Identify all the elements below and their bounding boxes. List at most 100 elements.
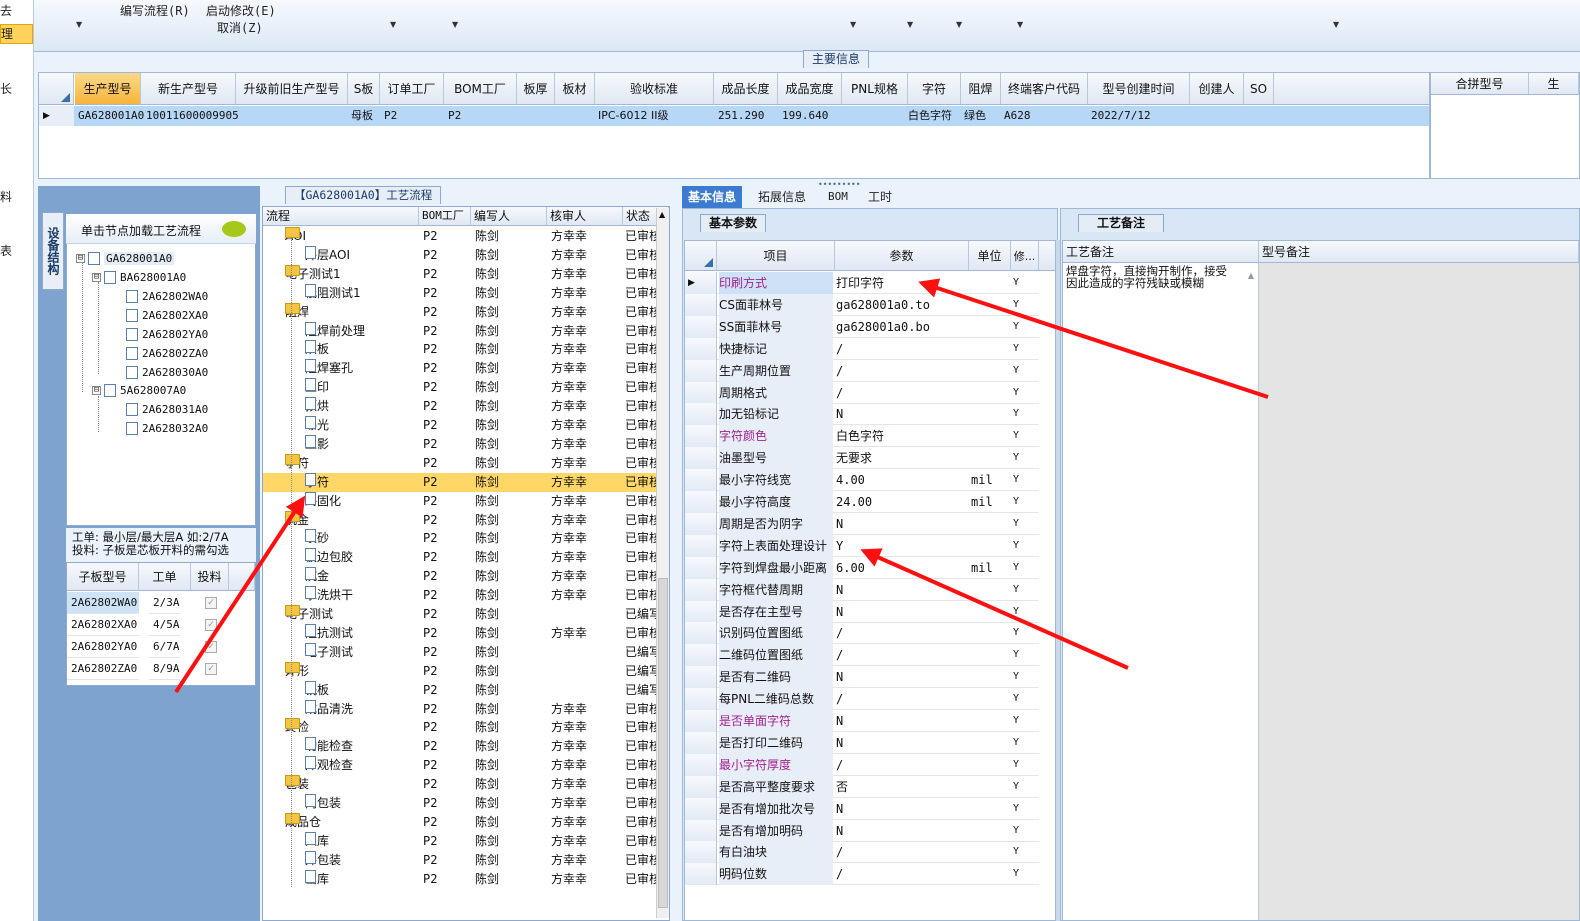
scrollbar-thumb[interactable]: [658, 578, 668, 908]
process-row[interactable]: 阻焊塞孔 P2 陈剑 方幸幸 已审核: [263, 359, 661, 378]
process-row[interactable]: 外包装 P2 陈剑 方幸幸 已审核: [263, 850, 661, 870]
row-header[interactable]: [685, 403, 717, 426]
process-row[interactable]: 字符 P2 陈剑 方幸幸 已审核: [263, 472, 661, 492]
process-step[interactable]: 沉金: [305, 567, 329, 586]
col-header-merge-model[interactable]: 合拼型号: [1431, 73, 1529, 95]
param-value[interactable]: /: [836, 688, 968, 710]
process-step[interactable]: 外层AOI: [305, 245, 350, 265]
process-row[interactable]: 铣板 P2 陈剑 已编写: [263, 680, 661, 700]
param-value[interactable]: ga628001a0.to: [836, 294, 968, 316]
param-value[interactable]: /: [836, 863, 968, 885]
process-row[interactable]: 内包装 P2 陈剑 方幸幸 已审核: [263, 794, 661, 813]
feed-checkbox[interactable]: ✓: [205, 663, 217, 675]
process-row[interactable]: ⊟终检P2陈剑方幸幸已审核: [263, 718, 661, 737]
tab-basic-info[interactable]: 基本信息: [682, 186, 743, 208]
sidenav-item-3[interactable]: 料: [0, 188, 12, 205]
param-row[interactable]: 明码位数 / Y: [685, 863, 1039, 886]
tab-bom[interactable]: BOM: [822, 186, 854, 208]
col-header-customer[interactable]: 终端客户代码: [1001, 73, 1088, 105]
cell-order[interactable]: 2/3A: [149, 592, 180, 614]
process-group[interactable]: ⊟外形: [285, 661, 309, 681]
tree-node[interactable]: 2A62802YA0: [126, 328, 208, 341]
process-row[interactable]: ⊟阻焊P2陈剑方幸幸已审核: [263, 302, 661, 322]
row-header[interactable]: [685, 534, 717, 557]
process-step[interactable]: 内包装: [305, 794, 341, 813]
param-row[interactable]: 最小字符高度 24.00 mil Y: [685, 491, 1039, 513]
param-row[interactable]: 最小字符厚度 / Y: [685, 753, 1039, 776]
param-row[interactable]: SS面菲林号 ga628001a0.bo Y: [685, 315, 1039, 338]
edit-flow-button[interactable]: 编写流程(R): [120, 2, 190, 19]
cell-order[interactable]: 4/5A: [149, 614, 180, 636]
start-modify-button[interactable]: 启动修改(E): [206, 2, 276, 19]
row-header[interactable]: [685, 775, 717, 798]
row-header[interactable]: [685, 819, 717, 842]
param-row[interactable]: CS面菲林号 ga628001a0.to Y: [685, 293, 1039, 316]
col-header-model-remark[interactable]: 型号备注: [1259, 241, 1579, 263]
row-header[interactable]: [685, 863, 717, 886]
cell-customer[interactable]: A628: [1001, 106, 1031, 126]
cell-sub-model[interactable]: 2A62802ZA0: [67, 658, 139, 680]
row-header[interactable]: [685, 841, 717, 864]
process-row[interactable]: ⊟外形P2陈剑已编写: [263, 661, 661, 681]
col-header-reviewer[interactable]: 核审人: [547, 207, 623, 226]
row-header[interactable]: [685, 381, 717, 404]
cell-mask[interactable]: 绿色: [961, 106, 986, 126]
process-row[interactable]: 曝光 P2 陈剑 方幸幸 已审核: [263, 416, 661, 435]
param-row[interactable]: ▶ 印刷方式 打印字符 Y: [685, 272, 1039, 294]
param-value[interactable]: N: [836, 710, 968, 732]
cell-s-board[interactable]: 母板: [348, 106, 373, 126]
sidenav-item-1[interactable]: 理: [0, 24, 33, 44]
row-header[interactable]: [685, 731, 717, 754]
scroll-up-icon[interactable]: ▲: [659, 210, 665, 219]
process-step[interactable]: 电子测试: [305, 642, 353, 662]
param-value[interactable]: ga628001a0.bo: [836, 316, 968, 338]
process-row[interactable]: ⊟成品仓P2陈剑方幸幸已审核: [263, 812, 661, 832]
process-step[interactable]: 显影: [305, 434, 329, 454]
process-row[interactable]: 水洗烘干 P2 陈剑 方幸幸 已审核: [263, 586, 661, 605]
col-header-standard[interactable]: 验收标准: [595, 73, 714, 105]
row-header[interactable]: [685, 315, 717, 338]
dropdown-caret-icon[interactable]: ▼: [1333, 20, 1339, 29]
cell-order[interactable]: 6/7A: [149, 636, 180, 658]
param-row[interactable]: 字符上表面处理设计 Y Y: [685, 534, 1039, 557]
param-row[interactable]: 二维码位置图纸 / Y: [685, 644, 1039, 667]
cell-sub-model[interactable]: 2A62802YA0: [67, 636, 139, 658]
row-header[interactable]: [685, 337, 717, 360]
row-header[interactable]: [685, 600, 717, 623]
process-row[interactable]: 功能检查 P2 陈剑 方幸幸 已审核: [263, 737, 661, 756]
process-row[interactable]: 沉金 P2 陈剑 方幸幸 已审核: [263, 567, 661, 586]
col-header-flow[interactable]: 流程: [263, 207, 419, 226]
row-header[interactable]: [685, 512, 717, 535]
process-group[interactable]: ⊟包装: [285, 775, 309, 794]
process-step[interactable]: 入库: [305, 831, 329, 851]
process-group[interactable]: ⊟沉金: [285, 510, 309, 530]
row-header[interactable]: [685, 666, 717, 689]
col-header-creator[interactable]: 创建人: [1190, 73, 1244, 105]
param-value[interactable]: N: [836, 798, 968, 820]
row-header[interactable]: [685, 797, 717, 820]
param-value[interactable]: /: [836, 644, 968, 666]
tree-node[interactable]: ⊟ BA628001A0: [92, 271, 186, 284]
cell-width[interactable]: 199.640: [779, 106, 828, 126]
col-header-mask[interactable]: 阻焊: [961, 73, 1001, 105]
tree-node[interactable]: 2A628032A0: [126, 422, 208, 435]
param-row[interactable]: 周期是否为阴字 N Y: [685, 512, 1039, 535]
collapse-icon[interactable]: ⊟: [76, 254, 85, 263]
param-row[interactable]: 油墨型号 无要求 Y: [685, 447, 1039, 470]
param-value[interactable]: 白色字符: [836, 425, 968, 447]
process-row[interactable]: 板边包胶 P2 陈剑 方幸幸 已审核: [263, 548, 661, 567]
process-row[interactable]: 低阻测试1 P2 陈剑 方幸幸 已审核: [263, 283, 661, 303]
param-value[interactable]: /: [836, 622, 968, 644]
param-row[interactable]: 是否单面字符 N Y: [685, 710, 1039, 732]
row-header[interactable]: [685, 425, 717, 448]
param-value[interactable]: /: [836, 754, 968, 776]
cell-order[interactable]: 8/9A: [149, 658, 180, 680]
cell-sub-model[interactable]: 2A62802WA0: [67, 592, 139, 614]
col-header-mod[interactable]: 修...: [1011, 241, 1039, 271]
row-header[interactable]: [685, 293, 717, 316]
process-scrollbar[interactable]: ▲: [656, 208, 669, 918]
cell-model[interactable]: GA628001A0: [75, 106, 144, 126]
param-row[interactable]: 字符到焊盘最小距离 6.00 mil Y: [685, 556, 1039, 579]
param-value[interactable]: 否: [836, 776, 968, 798]
col-header-param[interactable]: 参数: [835, 241, 969, 271]
